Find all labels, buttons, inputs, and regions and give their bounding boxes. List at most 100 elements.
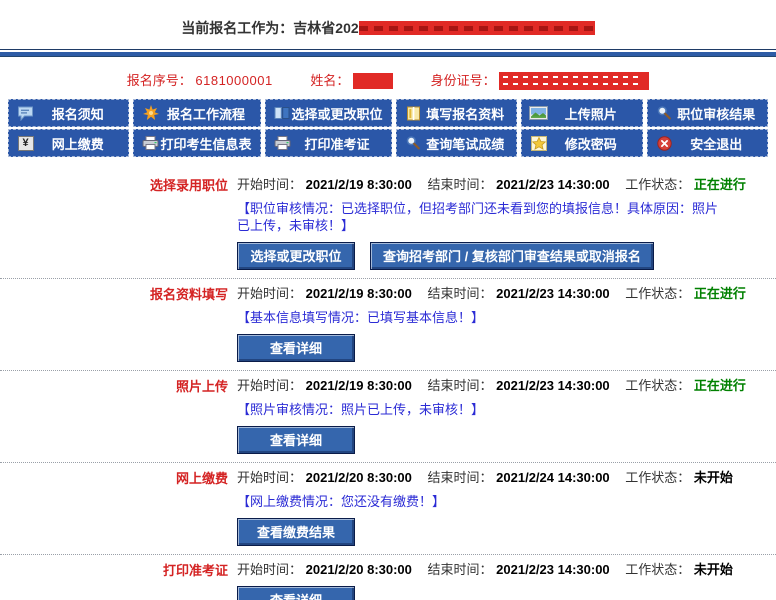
- section-body: 开始时间： 2021/2/20 8:30:00 结束时间： 2021/2/24 …: [228, 469, 776, 546]
- start-time-value: 2021/2/19 8:30:00: [306, 286, 412, 301]
- section-schedule: 开始时间： 2021/2/19 8:30:00 结束时间： 2021/2/23 …: [237, 285, 776, 302]
- section-title: 打印准考证: [0, 561, 228, 579]
- page-title-text: 当前报名工作为：吉林省202: [181, 20, 358, 36]
- section-action-button[interactable]: 查询招考部门 / 复核部门审查结果或取消报名: [370, 242, 654, 270]
- section-title: 照片上传: [0, 377, 228, 395]
- book-icon: [404, 105, 423, 121]
- page-title: 当前报名工作为：吉林省202: [0, 0, 776, 38]
- end-time-value: 2021/2/23 14:30:00: [496, 177, 609, 192]
- section-action-button[interactable]: 查看缴费结果: [237, 518, 355, 546]
- status-value: 未开始: [694, 562, 733, 577]
- end-time-label: 结束时间：: [428, 562, 493, 577]
- section-body: 开始时间： 2021/2/19 8:30:00 结束时间： 2021/2/23 …: [228, 285, 776, 362]
- nav-item-10[interactable]: 查询笔试成绩: [396, 129, 518, 157]
- magnifier-icon: [655, 105, 674, 121]
- nav-item-6[interactable]: 职位审核结果: [647, 99, 769, 127]
- star-icon: [529, 135, 548, 151]
- nav-item-label: 职位审核结果: [674, 104, 768, 123]
- section-message: 【网上缴费情况：您还没有缴费！】: [237, 493, 776, 510]
- comment-icon: [16, 105, 35, 121]
- end-time-value: 2021/2/24 14:30:00: [496, 470, 609, 485]
- section-action-button[interactable]: 查看详细: [237, 334, 355, 362]
- serial-number-value: 6181000001: [195, 73, 272, 88]
- title-redaction-box: [359, 21, 595, 35]
- end-time-label: 结束时间：: [428, 177, 493, 192]
- name-label: 姓名：: [310, 73, 349, 88]
- main-nav-menu: 报名须知 报名工作流程 选择或更改职位填写报名资料 上传照片 职位审核结果 ¥网上缴费 打印…: [8, 99, 768, 157]
- workflow-section-row: 报名资料填写 开始时间： 2021/2/19 8:30:00 结束时间： 202…: [0, 279, 776, 371]
- section-buttons: 查看详细: [237, 586, 776, 600]
- workflow-section-row: 选择录用职位 开始时间： 2021/2/19 8:30:00 结束时间： 202…: [0, 170, 776, 279]
- nav-item-label: 选择或更改职位: [292, 104, 391, 123]
- section-schedule: 开始时间： 2021/2/19 8:30:00 结束时间： 2021/2/23 …: [237, 377, 776, 394]
- end-time-label: 结束时间：: [428, 378, 493, 393]
- section-action-button[interactable]: 查看详细: [237, 586, 355, 600]
- printer-icon: [273, 135, 292, 151]
- nav-item-1[interactable]: 报名须知: [8, 99, 129, 127]
- magnifier-icon: [404, 135, 423, 151]
- workflow-section-row: 照片上传 开始时间： 2021/2/19 8:30:00 结束时间： 2021/…: [0, 371, 776, 463]
- section-body: 开始时间： 2021/2/19 8:30:00 结束时间： 2021/2/23 …: [228, 176, 776, 270]
- nav-item-3[interactable]: 选择或更改职位: [265, 99, 392, 127]
- nav-item-label: 打印准考证: [292, 134, 391, 153]
- name-field: 姓名：: [310, 73, 396, 88]
- nav-item-label: 查询笔试成绩: [423, 134, 517, 153]
- start-time-label: 开始时间：: [237, 562, 302, 577]
- end-time-value: 2021/2/23 14:30:00: [496, 378, 609, 393]
- nav-item-label: 上传照片: [548, 104, 641, 123]
- status-label: 工作状态：: [625, 286, 690, 301]
- nav-item-5[interactable]: 上传照片: [521, 99, 642, 127]
- workflow-section-row: 打印准考证 开始时间： 2021/2/20 8:30:00 结束时间： 2021…: [0, 555, 776, 600]
- nav-item-12[interactable]: 安全退出: [647, 129, 769, 157]
- section-action-button[interactable]: 查看详细: [237, 426, 355, 454]
- start-time-value: 2021/2/20 8:30:00: [306, 562, 412, 577]
- nav-item-label: 打印考生信息表: [160, 134, 259, 153]
- section-title: 报名资料填写: [0, 285, 228, 303]
- logout-icon: [655, 135, 674, 151]
- section-body: 开始时间： 2021/2/20 8:30:00 结束时间： 2021/2/23 …: [228, 561, 776, 600]
- identity-bar: 报名序号： 6181000001 姓名： 身份证号：: [0, 70, 776, 90]
- section-buttons: 查看缴费结果: [237, 518, 776, 546]
- id-number-label: 身份证号：: [431, 73, 496, 88]
- nav-item-label: 网上缴费: [35, 134, 128, 153]
- section-action-button[interactable]: 选择或更改职位: [237, 242, 355, 270]
- end-time-label: 结束时间：: [428, 286, 493, 301]
- columns-icon: [273, 105, 292, 121]
- section-message: 【基本信息填写情况：已填写基本信息！】: [237, 309, 776, 326]
- nav-item-8[interactable]: 打印考生信息表: [133, 129, 260, 157]
- workflow-section-row: 网上缴费 开始时间： 2021/2/20 8:30:00 结束时间： 2021/…: [0, 463, 776, 555]
- status-label: 工作状态：: [625, 470, 690, 485]
- printer-icon: [141, 135, 160, 151]
- status-value: 正在进行: [694, 378, 746, 393]
- start-time-value: 2021/2/19 8:30:00: [306, 378, 412, 393]
- nav-item-label: 修改密码: [548, 134, 641, 153]
- section-buttons: 查看详细: [237, 426, 776, 454]
- header-divider: [0, 49, 776, 57]
- id-redaction-box: [499, 72, 649, 90]
- section-schedule: 开始时间： 2021/2/19 8:30:00 结束时间： 2021/2/23 …: [237, 176, 776, 193]
- nav-item-2[interactable]: 报名工作流程: [133, 99, 260, 127]
- start-time-label: 开始时间：: [237, 286, 302, 301]
- status-label: 工作状态：: [625, 562, 690, 577]
- status-value: 正在进行: [694, 286, 746, 301]
- status-value: 未开始: [694, 470, 733, 485]
- section-title: 选择录用职位: [0, 176, 228, 194]
- nav-item-4[interactable]: 填写报名资料: [396, 99, 518, 127]
- workflow-sections: 选择录用职位 开始时间： 2021/2/19 8:30:00 结束时间： 202…: [0, 170, 776, 600]
- status-label: 工作状态：: [625, 177, 690, 192]
- id-number-field: 身份证号：: [431, 73, 650, 88]
- photo-icon: [529, 105, 548, 121]
- nav-item-7[interactable]: ¥网上缴费: [8, 129, 129, 157]
- nav-item-label: 报名工作流程: [160, 104, 259, 123]
- nav-item-9[interactable]: 打印准考证: [265, 129, 392, 157]
- start-time-value: 2021/2/20 8:30:00: [306, 470, 412, 485]
- section-schedule: 开始时间： 2021/2/20 8:30:00 结束时间： 2021/2/23 …: [237, 561, 776, 578]
- start-time-label: 开始时间：: [237, 470, 302, 485]
- section-message: 【照片审核情况：照片已上传，未审核！】: [237, 401, 776, 418]
- nav-item-11[interactable]: 修改密码: [521, 129, 642, 157]
- end-time-value: 2021/2/23 14:30:00: [496, 562, 609, 577]
- registration-status-page: 当前报名工作为：吉林省202 报名序号： 6181000001 姓名： 身份证号…: [0, 0, 776, 600]
- nav-item-label: 报名须知: [35, 104, 128, 123]
- section-message: 【职位审核情况：已选择职位，但招考部门还未看到您的填报信息！具体原因：照片已上传…: [237, 200, 776, 234]
- start-time-value: 2021/2/19 8:30:00: [306, 177, 412, 192]
